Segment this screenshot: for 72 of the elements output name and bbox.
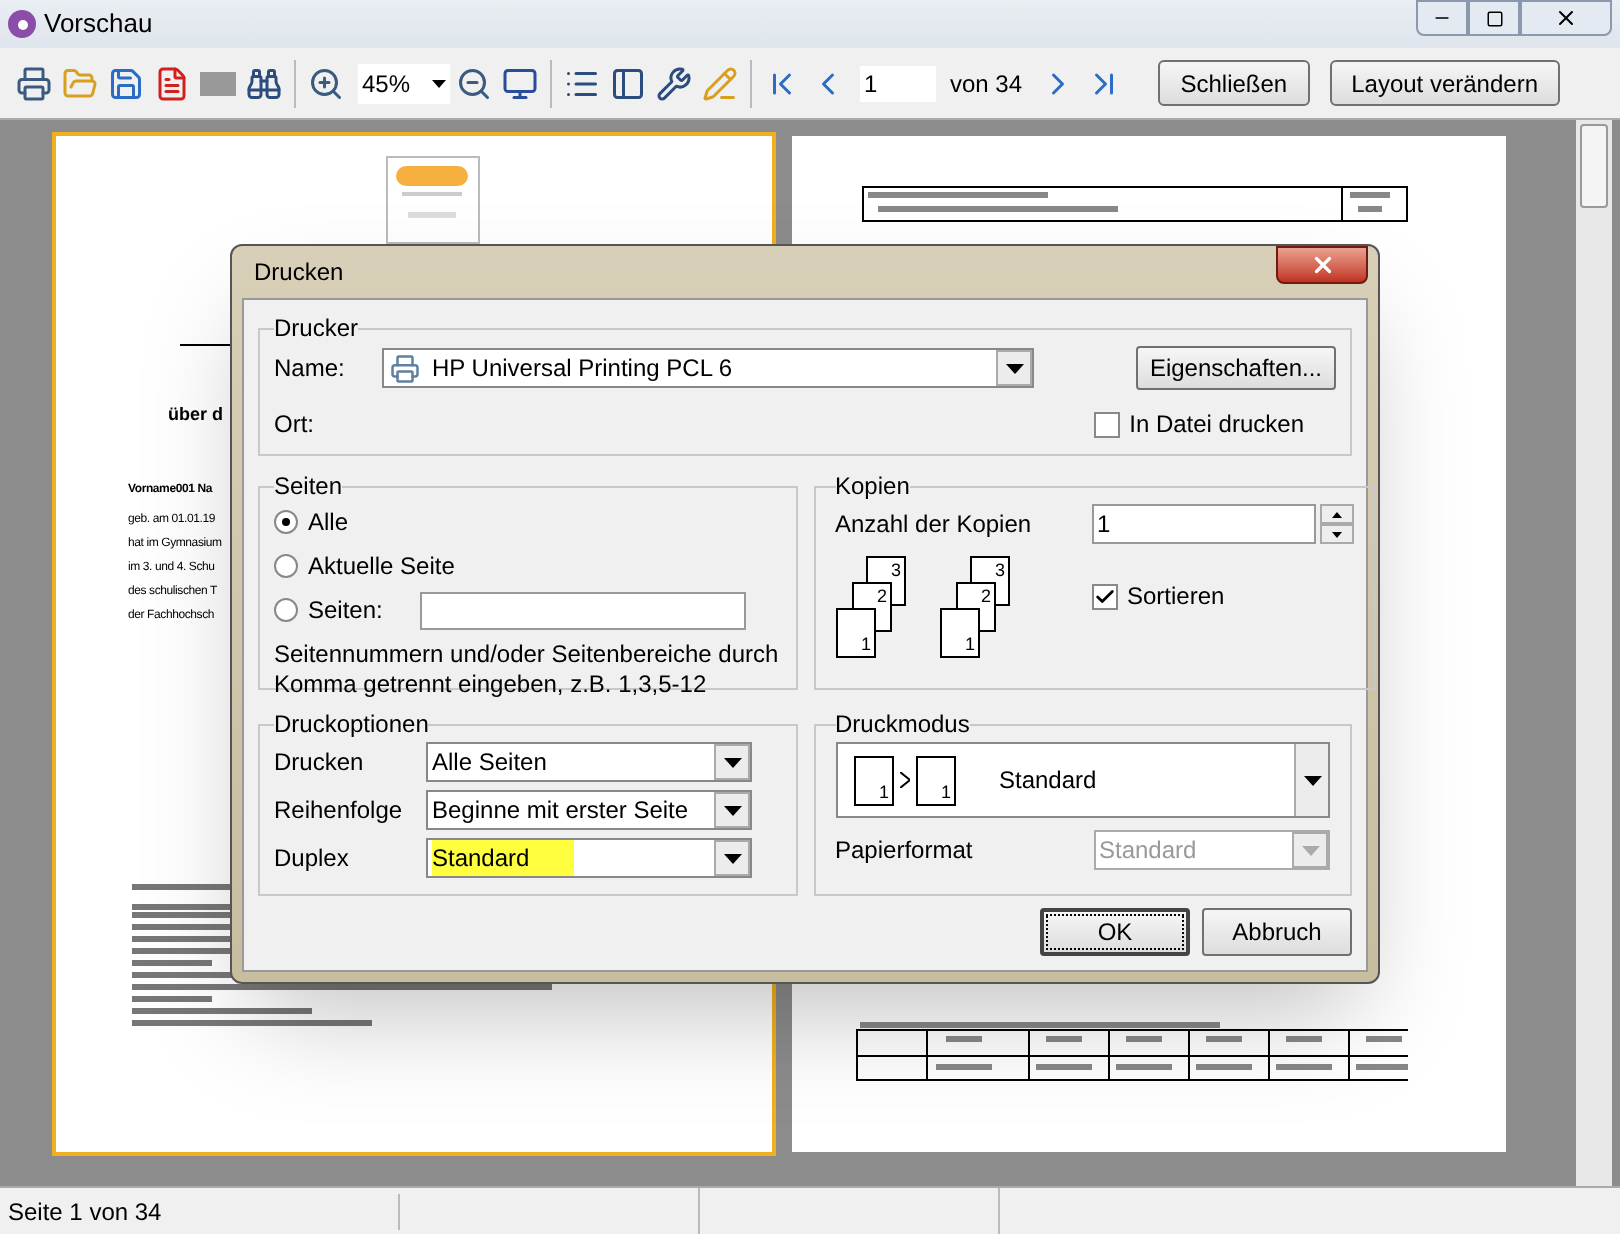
field-label: Drucken bbox=[274, 746, 366, 780]
option-dropdown[interactable]: Beginne mit erster Seite bbox=[426, 790, 752, 830]
caret-icon bbox=[1005, 363, 1023, 373]
checkbox-label: In Datei drucken bbox=[1129, 408, 1304, 442]
zoom-dropdown[interactable]: 45% bbox=[358, 63, 450, 103]
checkbox[interactable] bbox=[1091, 583, 1117, 609]
window-title: Vorschau bbox=[44, 6, 153, 43]
up-arrow-icon bbox=[1331, 511, 1341, 517]
page-total-label: von 34 bbox=[950, 67, 1023, 101]
check-icon bbox=[1093, 585, 1115, 607]
radio-label: Alle bbox=[308, 506, 349, 540]
caret-icon bbox=[723, 853, 741, 863]
vertical-scrollbar[interactable] bbox=[1576, 120, 1612, 1186]
maximize-button[interactable] bbox=[1468, 0, 1520, 36]
dropdown-arrow-button[interactable] bbox=[714, 840, 750, 876]
close-button[interactable] bbox=[1276, 246, 1368, 284]
logo-drawing bbox=[385, 156, 479, 244]
maximize-icon bbox=[1485, 9, 1503, 27]
caret-icon bbox=[723, 805, 741, 815]
option-dropdown[interactable]: Alle Seiten bbox=[426, 742, 752, 782]
down-arrow-icon bbox=[1331, 531, 1341, 537]
printer-icon bbox=[390, 353, 420, 383]
caret-icon bbox=[432, 79, 446, 87]
close-icon bbox=[1554, 6, 1578, 30]
toolbar-button[interactable]: Layout verändern bbox=[1329, 60, 1560, 106]
document-heading: über d bbox=[168, 402, 224, 428]
group-title: Druckoptionen bbox=[274, 708, 429, 742]
caret-icon bbox=[1303, 775, 1321, 785]
dialog-title: Drucken bbox=[254, 256, 344, 290]
page-sheet-icon: 1 bbox=[853, 755, 893, 805]
print-mode-dropdown[interactable]: 1 1 Standard bbox=[835, 742, 1330, 818]
field-label: Name: bbox=[274, 352, 347, 386]
caret-icon bbox=[723, 757, 741, 767]
page-sheet-icon: 1 bbox=[939, 608, 979, 658]
page-number-field[interactable]: 1 bbox=[860, 65, 936, 101]
dialog-button[interactable]: OK bbox=[1040, 908, 1190, 956]
field-label: Duplex bbox=[274, 842, 351, 876]
page-sheet-icon: 1 bbox=[915, 755, 955, 805]
field-label: Reihenfolge bbox=[274, 794, 405, 828]
field-label: Papierformat bbox=[835, 834, 975, 868]
page-sheet-icon: 1 bbox=[835, 608, 875, 658]
caret-icon bbox=[1301, 845, 1319, 855]
dropdown-arrow-button[interactable] bbox=[714, 792, 750, 828]
copies-field[interactable]: 1 bbox=[1091, 504, 1315, 544]
dropdown-arrow-button[interactable] bbox=[714, 744, 750, 780]
status-text: Seite 1 von 34 bbox=[0, 1193, 400, 1229]
properties-button[interactable]: Eigenschaften... bbox=[1135, 346, 1336, 390]
option-dropdown[interactable]: Standard bbox=[426, 838, 752, 878]
app-logo-icon bbox=[8, 10, 36, 38]
checkbox-label: Sortieren bbox=[1127, 580, 1225, 614]
printer-dropdown[interactable]: HP Universal Printing PCL 6 bbox=[382, 348, 1034, 388]
radio-button[interactable] bbox=[274, 510, 298, 534]
field-label: Ort: bbox=[274, 408, 314, 442]
pages-field[interactable] bbox=[420, 591, 747, 629]
dialog-button[interactable]: Abbruch bbox=[1202, 908, 1352, 956]
group-title: Kopien bbox=[835, 470, 910, 504]
group-title: Druckmodus bbox=[835, 708, 970, 742]
group-title: Seiten bbox=[274, 470, 343, 504]
radio-label: Aktuelle Seite bbox=[308, 550, 455, 584]
toolbar-button[interactable]: Schließen bbox=[1158, 60, 1310, 106]
wrench-icon[interactable] bbox=[652, 61, 696, 105]
radio-button[interactable] bbox=[274, 554, 298, 578]
field-label: Anzahl der Kopien bbox=[835, 508, 1034, 542]
spin-button[interactable] bbox=[1319, 504, 1353, 544]
close-icon bbox=[1309, 252, 1335, 278]
radio-label: Seiten: bbox=[308, 594, 383, 628]
radio-button[interactable] bbox=[274, 598, 298, 622]
checkbox[interactable] bbox=[1093, 411, 1120, 437]
hint-text: Seitennummern und/oder Seitenbereiche durch Komma getrennt eingeben, z.B. 1,3,5-12 bbox=[274, 640, 781, 700]
dropdown-arrow-button[interactable] bbox=[996, 350, 1032, 386]
close-button[interactable] bbox=[1520, 0, 1612, 36]
group-title: Drucker bbox=[274, 312, 359, 346]
